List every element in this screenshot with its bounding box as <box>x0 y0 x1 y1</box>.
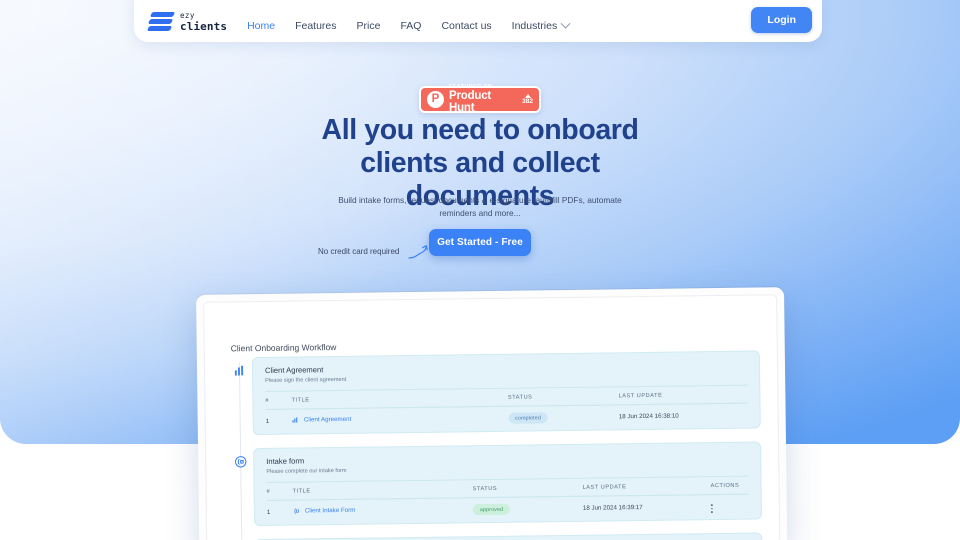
intake-form-step-icon <box>235 456 247 468</box>
column-header-status: STATUS <box>507 387 619 407</box>
workflow-card-client-agreement: Client Agreement Please sign the client … <box>251 350 761 436</box>
product-hunt-votes: 382 <box>522 93 533 106</box>
get-started-button[interactable]: Get Started - Free <box>429 229 531 256</box>
row-number: 1 <box>266 509 271 517</box>
upvote-caret-icon <box>524 93 531 98</box>
logo-wordmark: ezy clients <box>180 12 227 32</box>
headline-line-1: All you need to onboard <box>321 114 639 146</box>
column-header-actions: ACTIONS <box>710 476 749 495</box>
landing-page: ezy clients Home Features Price FAQ Cont… <box>0 0 960 540</box>
workflow-card-required-documents: Required documents <box>254 532 763 540</box>
form-icon <box>294 508 299 515</box>
brand-logo[interactable]: ezy clients <box>146 10 227 34</box>
nav-link-industries-label: Industries <box>511 20 558 32</box>
chevron-down-icon <box>560 18 571 29</box>
nav-link-price[interactable]: Price <box>357 20 381 32</box>
curved-arrow-icon <box>408 245 428 259</box>
column-header-last-update: LAST UPDATE <box>618 385 748 405</box>
row-status-cell: completed <box>508 405 619 426</box>
document-link-client-intake-form[interactable]: Client Intake Form <box>293 507 356 515</box>
product-hunt-name: Product Hunt <box>449 90 492 114</box>
row-last-update: 18 Jun 2024 16:38:10 <box>618 412 679 421</box>
status-badge: completed <box>508 412 549 424</box>
row-number: 1 <box>265 417 270 425</box>
kebab-menu-icon[interactable] <box>710 504 713 513</box>
signature-doc-icon <box>292 417 298 423</box>
nav-link-faq-label: FAQ <box>400 20 422 32</box>
documents-table: # TITLE STATUS LAST UPDATE ACTIONS 1 Cli… <box>266 476 749 521</box>
product-hunt-text: FEATURED ON Product Hunt <box>449 84 517 114</box>
nav-link-home[interactable]: Home <box>247 20 275 32</box>
product-hunt-logo-icon: P <box>427 91 444 108</box>
nav-link-price-label: Price <box>356 20 381 32</box>
workflow-card-intake-form: Intake form Please complete our intake f… <box>253 441 763 527</box>
workflow-timeline <box>238 362 243 540</box>
login-button[interactable]: Login <box>751 7 812 33</box>
row-last-update: 18 Jun 2024 16:39:17 <box>582 504 643 513</box>
logo-bars-icon <box>146 10 176 34</box>
nav-links: Home Features Price FAQ Contact us Indus… <box>247 18 571 34</box>
nav-link-contact-us-label: Contact us <box>441 20 492 32</box>
signature-step-icon <box>234 365 244 376</box>
headline-line-2: clients and collect <box>360 147 600 180</box>
product-hunt-badge[interactable]: P FEATURED ON Product Hunt 382 <box>419 84 541 114</box>
row-title-cell: Client Intake Form <box>293 498 473 520</box>
navbar: ezy clients Home Features Price FAQ Cont… <box>134 0 822 42</box>
dashboard-screen: Client Onboarding Workflow Client Agreem… <box>203 294 781 540</box>
hero-subtitle: Build intake forms, request documents & … <box>338 195 622 218</box>
status-badge: approved <box>472 504 511 516</box>
column-header-status: STATUS <box>472 478 583 498</box>
document-title: Client Agreement <box>303 415 352 424</box>
dashboard-mockup: Client Onboarding Workflow Client Agreem… <box>196 287 788 540</box>
logo-line-1: ezy <box>180 11 195 21</box>
dashboard-title: Client Onboarding Workflow <box>230 342 337 354</box>
column-header-number: # <box>266 482 293 501</box>
no-credit-card-note: No credit card required <box>318 247 400 256</box>
row-status-cell: approved <box>472 496 583 518</box>
column-header-number: # <box>265 391 292 410</box>
nav-link-industries[interactable]: Industries <box>511 18 571 32</box>
nav-link-features[interactable]: Features <box>295 20 336 32</box>
row-title-cell: Client Agreement <box>292 406 509 428</box>
nav-link-faq[interactable]: FAQ <box>400 20 421 32</box>
row-actions-cell <box>710 494 749 515</box>
document-link-client-agreement[interactable]: Client Agreement <box>292 415 352 424</box>
nav-link-contact-us[interactable]: Contact us <box>441 20 491 32</box>
document-title: Client Intake Form <box>304 507 356 515</box>
nav-link-features-label: Features <box>295 20 337 32</box>
column-header-last-update: LAST UPDATE <box>582 477 711 497</box>
documents-table: # TITLE STATUS LAST UPDATE 1 Client Agre… <box>265 385 748 429</box>
logo-line-2: clients <box>180 19 228 33</box>
upvote-count: 382 <box>522 98 533 105</box>
nav-link-home-label: Home <box>247 20 276 32</box>
